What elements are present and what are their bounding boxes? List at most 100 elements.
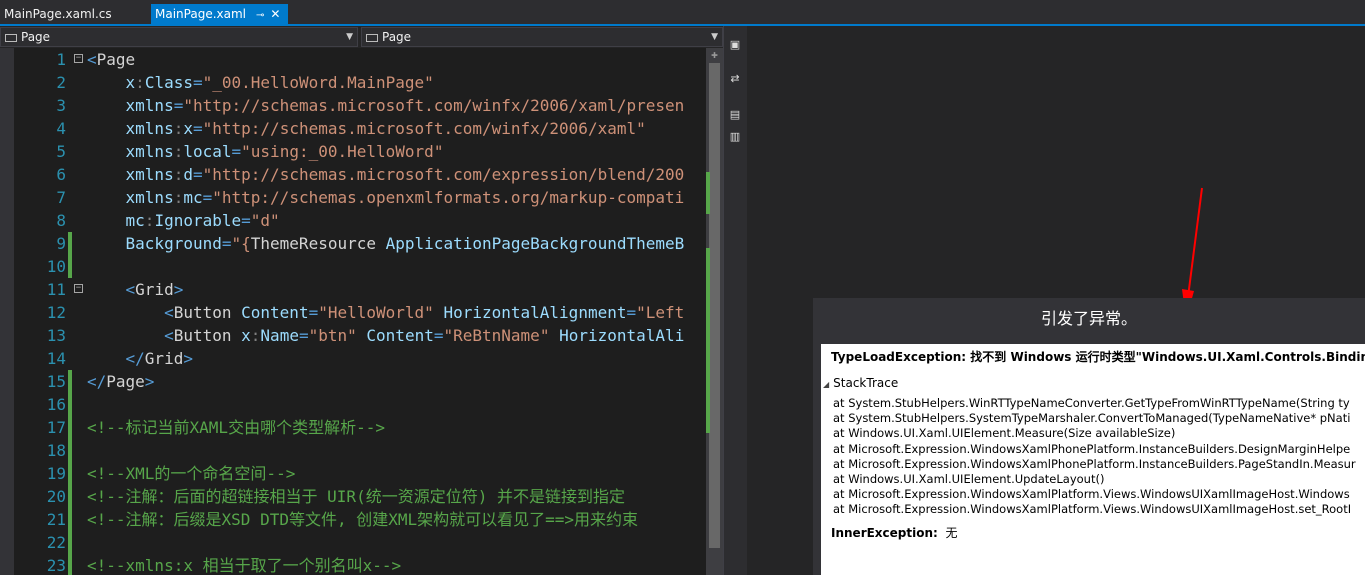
- stacktrace-lines: at System.StubHelpers.WinRTTypeNameConve…: [833, 396, 1356, 518]
- code-line[interactable]: 1− <Page: [0, 48, 706, 71]
- code-token: "HelloWorld": [318, 303, 434, 322]
- code-token: =: [241, 211, 251, 230]
- code-token: <: [164, 326, 174, 345]
- navigation-dropdown-right[interactable]: Page ▼: [361, 27, 723, 47]
- editor-vertical-scrollbar[interactable]: ✚: [706, 48, 723, 575]
- chevron-down-icon: ▼: [346, 32, 353, 42]
- code-text: xmlns:mc="http://schemas.openxmlformats.…: [87, 186, 685, 209]
- code-token: HorizontalAlignment: [443, 303, 627, 322]
- code-token: local: [183, 142, 232, 161]
- change-indicator: [68, 255, 72, 278]
- code-token: Class: [144, 73, 193, 92]
- stack-frame: at Microsoft.Expression.WindowsXamlPlatf…: [833, 487, 1350, 502]
- code-text: <Button x:Name="btn" Content="ReBtnName"…: [87, 324, 684, 347]
- change-indicator: [68, 531, 72, 554]
- close-icon[interactable]: ✕: [270, 4, 280, 24]
- code-token: Background: [125, 234, 222, 253]
- stack-frame: at System.StubHelpers.WinRTTypeNameConve…: [833, 396, 1350, 410]
- code-line[interactable]: 17 <!--标记当前XAML交由哪个类型解析-->: [0, 416, 706, 439]
- fold-toggle-icon[interactable]: −: [74, 284, 83, 293]
- code-text: xmlns:local="using:_00.HelloWord": [87, 140, 444, 163]
- code-line[interactable]: 19 <!--XML的一个命名空间-->: [0, 462, 706, 485]
- code-token: xmlns: [125, 119, 174, 138]
- xaml-view-icon[interactable]: ▥: [728, 130, 742, 144]
- element-icon: [5, 33, 17, 42]
- change-indicator: [68, 232, 72, 255]
- code-token: =: [626, 303, 637, 322]
- stacktrace-toggle[interactable]: ◢ StackTrace: [823, 376, 898, 390]
- change-indicator: [68, 393, 72, 416]
- code-line[interactable]: 7 xmlns:mc="http://schemas.openxmlformat…: [0, 186, 706, 209]
- stack-frame: at Microsoft.Expression.WindowsXamlPhone…: [833, 441, 1351, 456]
- scrollbar-thumb[interactable]: [709, 63, 720, 548]
- code-line[interactable]: 18: [0, 439, 706, 462]
- change-indicator: [68, 508, 72, 531]
- code-token: "Left: [636, 303, 685, 322]
- line-number: 22: [46, 533, 66, 552]
- navigation-dropdown-left[interactable]: Page ▼: [0, 27, 358, 47]
- swap-panes-icon[interactable]: ⇄: [728, 72, 742, 86]
- restore-icon[interactable]: ▣: [728, 38, 742, 52]
- code-text: x:Class="_00.HelloWord.MainPage": [87, 71, 434, 94]
- line-number: 8: [56, 211, 66, 230]
- code-line[interactable]: 5 xmlns:local="using:_00.HelloWord": [0, 140, 706, 163]
- code-token: xmlns: [125, 165, 174, 184]
- code-line[interactable]: 21 <!--注解：后缀是XSD DTD等文件, 创建XML架构就可以看见了==>…: [0, 508, 706, 531]
- code-text: <!--注解：后缀是XSD DTD等文件, 创建XML架构就可以看见了==>用来…: [87, 508, 638, 531]
- change-indicator: [68, 462, 72, 485]
- code-line[interactable]: 11− <Grid>: [0, 278, 706, 301]
- line-number: 2: [56, 73, 66, 92]
- code-line[interactable]: 12 <Button Content="HelloWorld" Horizont…: [0, 301, 706, 324]
- code-line[interactable]: 3 xmlns="http://schemas.microsoft.com/wi…: [0, 94, 706, 117]
- code-line[interactable]: 2 x:Class="_00.HelloWord.MainPage": [0, 71, 706, 94]
- code-line[interactable]: 15 </Page>: [0, 370, 706, 393]
- code-line[interactable]: 8 mc:Ignorable="d": [0, 209, 706, 232]
- code-line[interactable]: 14 </Grid>: [0, 347, 706, 370]
- code-token: </: [87, 372, 107, 391]
- pin-icon[interactable]: ⊸: [256, 6, 264, 26]
- fold-toggle-icon[interactable]: −: [74, 54, 83, 63]
- line-number: 9: [56, 234, 66, 253]
- code-line[interactable]: 6 xmlns:d="http://schemas.microsoft.com/…: [0, 163, 706, 186]
- code-text: xmlns:d="http://schemas.microsoft.com/ex…: [87, 163, 685, 186]
- code-token: "ReBtnName": [443, 326, 550, 345]
- code-line[interactable]: 22: [0, 531, 706, 554]
- tab-mainpage-xaml[interactable]: MainPage.xaml ⊸ ✕: [151, 4, 288, 24]
- code-token: :: [173, 119, 184, 138]
- tab-mainpage-xaml-cs[interactable]: MainPage.xaml.cs: [0, 4, 148, 24]
- code-line[interactable]: 16: [0, 393, 706, 416]
- code-text: </Grid>: [87, 347, 193, 370]
- code-line[interactable]: 9 Background="{ThemeResource Application…: [0, 232, 706, 255]
- code-token: <!--xmlns:x 相当于取了一个别名叫x-->: [87, 556, 402, 575]
- code-line[interactable]: 4 xmlns:x="http://schemas.microsoft.com/…: [0, 117, 706, 140]
- tab-label: MainPage.xaml: [155, 7, 246, 21]
- stack-frame: at Microsoft.Expression.WindowsXamlPhone…: [833, 456, 1356, 471]
- line-number: 15: [46, 372, 66, 391]
- line-number: 13: [46, 326, 66, 345]
- change-indicator: [68, 370, 72, 393]
- code-token: "btn": [308, 326, 357, 345]
- code-line[interactable]: 23 <!--xmlns:x 相当于取了一个别名叫x-->: [0, 554, 706, 575]
- code-line[interactable]: 10: [0, 255, 706, 278]
- code-editor[interactable]: 1− <Page 2 x:Class="_00.HelloWord.MainPage…: [0, 48, 706, 575]
- design-view-icon[interactable]: ▤: [728, 108, 742, 122]
- code-token: xmlns: [125, 188, 174, 207]
- code-token: "http://schemas.openxmlformats.org/marku…: [212, 188, 685, 207]
- code-line[interactable]: 20 <!--注解：后面的超链接相当于 UIR(统一资源定位符) 并不是链接到指定: [0, 485, 706, 508]
- stack-frame: at Windows.UI.Xaml.UIElement.UpdateLayou…: [833, 472, 1105, 487]
- code-token: d: [183, 165, 193, 184]
- code-line[interactable]: 13 <Button x:Name="btn" Content="ReBtnNa…: [0, 324, 706, 347]
- code-token: "http://schemas.microsoft.com/winfx/2006…: [183, 96, 685, 115]
- chevron-down-icon: ▼: [711, 32, 718, 42]
- change-marker: [706, 248, 710, 433]
- tab-label: MainPage.xaml.cs: [4, 7, 112, 21]
- code-token: x: [241, 326, 251, 345]
- split-handle-icon[interactable]: ✚: [706, 48, 723, 63]
